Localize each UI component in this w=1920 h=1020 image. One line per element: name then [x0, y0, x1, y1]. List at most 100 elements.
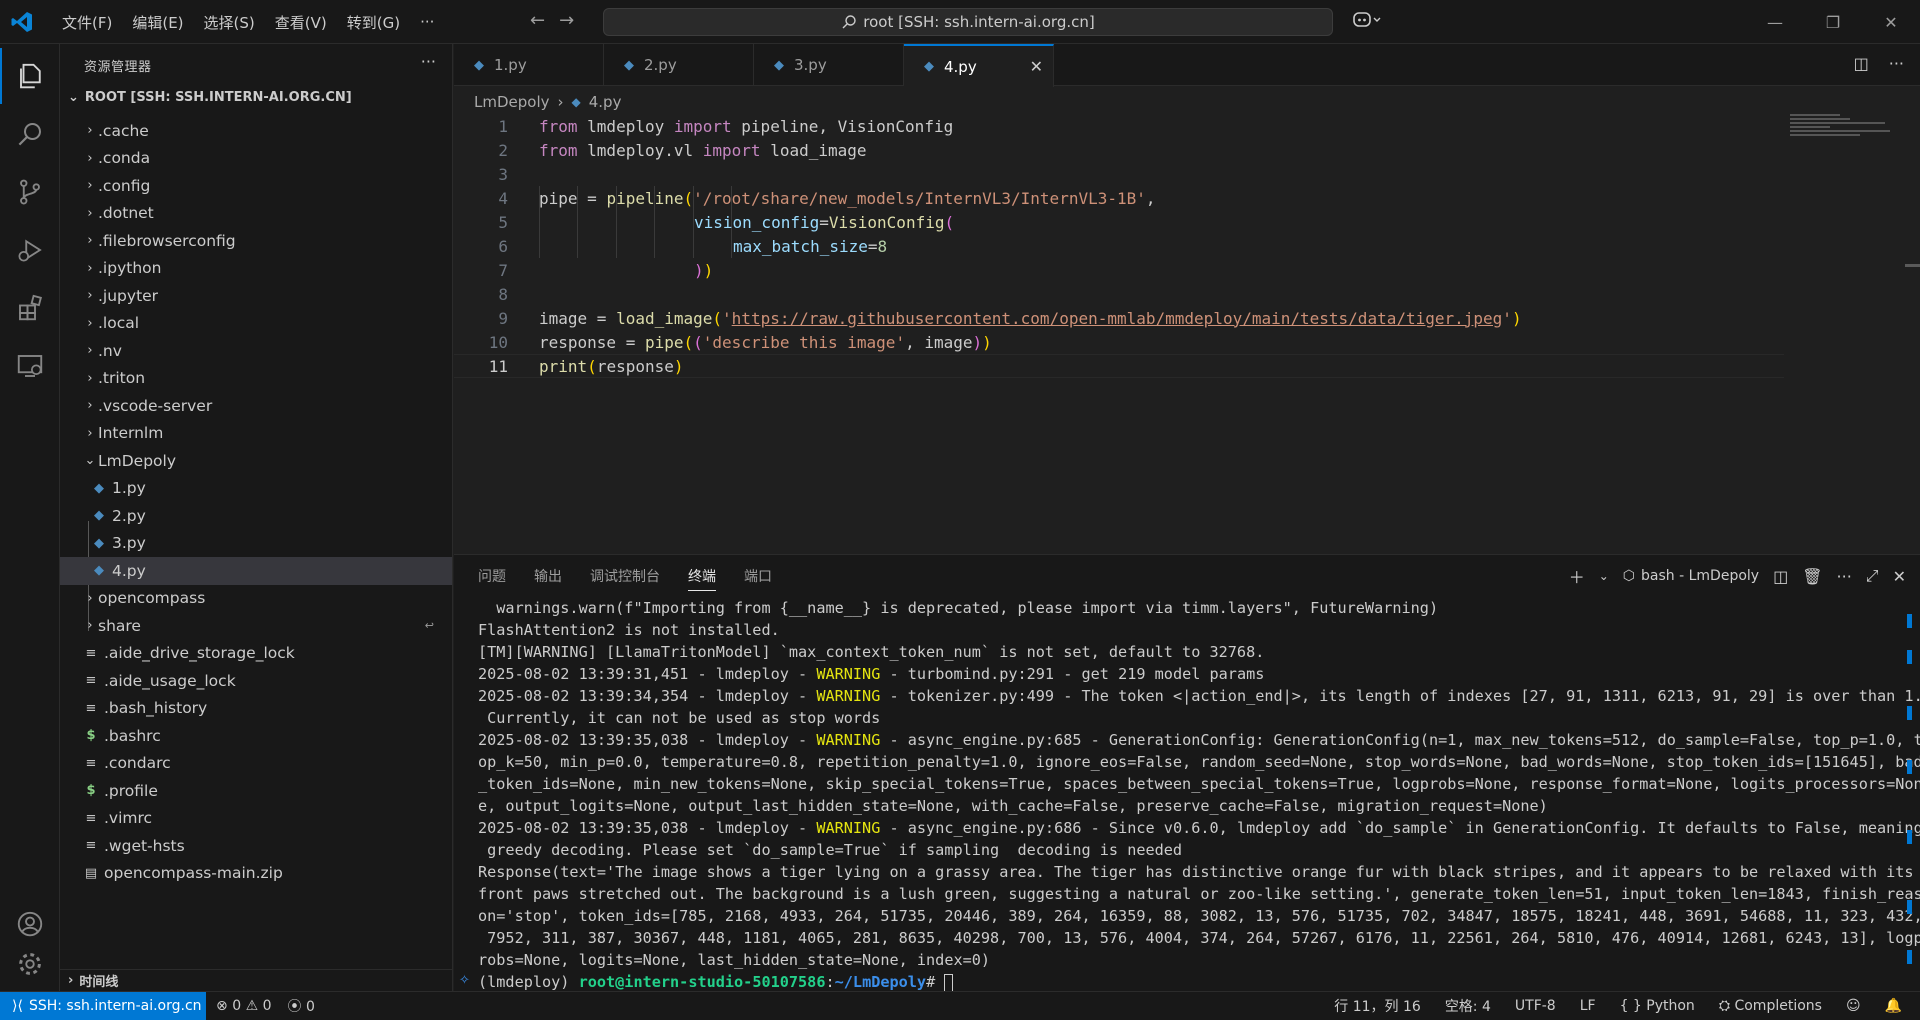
- more-actions-icon[interactable]: ···: [421, 52, 436, 71]
- menu-selection[interactable]: 选择(S): [194, 12, 265, 33]
- tree-item-label: .triton: [98, 369, 146, 388]
- maximize-panel-icon[interactable]: ⤢: [1866, 566, 1879, 586]
- tree-item-file[interactable]: ≡ .wget-hsts: [60, 832, 452, 860]
- text-file-icon: ≡: [85, 645, 97, 661]
- scrollbar-marker: [1907, 614, 1912, 628]
- tree-item-folder[interactable]: › share ↩: [60, 612, 452, 640]
- tree-item-file[interactable]: ▤ opencompass-main.zip: [60, 860, 452, 888]
- tree-item-folder[interactable]: › .cache: [60, 117, 452, 145]
- python-file-icon: ◆: [94, 563, 104, 579]
- tree-item-label: .ipython: [98, 259, 162, 278]
- tree-item-folder[interactable]: › opencompass: [60, 585, 452, 613]
- tree-item-folder[interactable]: › .local: [60, 310, 452, 338]
- minimize-icon[interactable]: —: [1746, 0, 1804, 44]
- tree-item-folder[interactable]: › .filebrowserconfig: [60, 227, 452, 255]
- chevron-down-icon[interactable]: ⌄: [1599, 569, 1609, 583]
- breadcrumb-file[interactable]: 4.py: [589, 93, 622, 111]
- copilot-icon[interactable]: [1352, 10, 1382, 34]
- close-window-icon[interactable]: ✕: [1862, 0, 1920, 44]
- run-debug-icon[interactable]: [0, 222, 60, 278]
- trash-icon[interactable]: 🗑: [1802, 567, 1822, 586]
- source-control-icon[interactable]: [0, 164, 60, 220]
- ports-count: 0: [305, 999, 315, 1015]
- tree-item-folder[interactable]: › .dotnet: [60, 200, 452, 228]
- tree-item-folder-open[interactable]: ⌄ LmDepoly: [60, 447, 452, 475]
- tree-item-file[interactable]: ≡ .aide_drive_storage_lock: [60, 640, 452, 668]
- cursor-position[interactable]: 行 11，列 16: [1334, 996, 1421, 1016]
- tab-debug-console[interactable]: 调试控制台: [576, 555, 674, 597]
- copilot-status-icon[interactable]: ☺: [1846, 998, 1861, 1014]
- split-editor-icon[interactable]: ◫: [1854, 54, 1869, 73]
- tab-output[interactable]: 输出: [520, 555, 576, 597]
- tree-item-file[interactable]: ◆ 3.py: [60, 530, 452, 558]
- terminal-line: Currently, it can not be used as stop wo…: [478, 709, 881, 727]
- close-panel-icon[interactable]: ✕: [1893, 567, 1906, 586]
- tree-item-file[interactable]: $ .profile: [60, 777, 452, 805]
- extensions-icon[interactable]: [0, 280, 60, 336]
- indentation[interactable]: 空格: 4: [1445, 996, 1491, 1016]
- explorer-icon[interactable]: [0, 48, 60, 104]
- tree-item-folder[interactable]: › .conda: [60, 145, 452, 173]
- menu-file[interactable]: 文件(F): [52, 12, 122, 33]
- ports-indicator[interactable]: ⦿ 0: [288, 996, 315, 1016]
- tree-item-folder[interactable]: › .triton: [60, 365, 452, 393]
- tab-2-py[interactable]: ◆ 2.py: [604, 44, 754, 86]
- tree-item-folder[interactable]: › .config: [60, 172, 452, 200]
- terminal-output[interactable]: warnings.warn(f"Importing from {__name__…: [478, 597, 1920, 993]
- problems-indicator[interactable]: ⊗ 0 ⚠ 0: [216, 998, 272, 1014]
- code-editor[interactable]: 1 from lmdeploy import pipeline, VisionC…: [454, 114, 1920, 554]
- breadcrumb-folder[interactable]: LmDepoly: [474, 93, 550, 111]
- split-terminal-icon[interactable]: ◫: [1773, 567, 1788, 586]
- remote-explorer-icon[interactable]: [0, 338, 60, 394]
- menu-go[interactable]: 转到(G): [337, 12, 410, 33]
- more-actions-icon[interactable]: ···: [1889, 54, 1904, 73]
- timeline-section[interactable]: › 时间线: [60, 969, 452, 991]
- forward-arrow-icon[interactable]: →: [559, 10, 574, 31]
- notifications-bell-icon[interactable]: 🔔: [1885, 998, 1902, 1014]
- text-file-icon: ≡: [85, 700, 97, 716]
- tree-item-file[interactable]: ≡ .condarc: [60, 750, 452, 778]
- completions-indicator[interactable]: ⛭ Completions: [1719, 998, 1822, 1014]
- tab-1-py[interactable]: ◆ 1.py: [454, 44, 604, 86]
- tree-item-folder[interactable]: › .nv: [60, 337, 452, 365]
- menu-view[interactable]: 查看(V): [265, 12, 337, 33]
- encoding[interactable]: UTF-8: [1515, 998, 1556, 1014]
- settings-gear-icon[interactable]: [0, 936, 60, 992]
- tree-item-file[interactable]: ◆ 1.py: [60, 475, 452, 503]
- close-tab-icon[interactable]: ✕: [1030, 57, 1043, 76]
- new-terminal-icon[interactable]: ＋: [1569, 564, 1585, 588]
- language-mode[interactable]: { } Python: [1620, 998, 1695, 1014]
- minimap[interactable]: [1790, 114, 1900, 154]
- tree-item-file[interactable]: $ .bashrc: [60, 722, 452, 750]
- tab-problems[interactable]: 问题: [478, 555, 520, 597]
- code-text: )): [694, 260, 714, 280]
- tab-terminal[interactable]: 终端: [674, 555, 730, 597]
- tree-item-file[interactable]: ≡ .bash_history: [60, 695, 452, 723]
- workspace-root[interactable]: ⌄ ROOT [SSH: SSH.INTERN-AI.ORG.CN]: [68, 90, 352, 105]
- tree-item-file[interactable]: ◆ 2.py: [60, 502, 452, 530]
- tree-item-file-selected[interactable]: ◆ 4.py: [60, 557, 452, 585]
- tab-3-py[interactable]: ◆ 3.py: [754, 44, 904, 86]
- terminal-decoration-icon: ✧: [459, 973, 470, 988]
- tree-item-file[interactable]: ≡ .aide_usage_lock: [60, 667, 452, 695]
- menu-more[interactable]: ···: [410, 13, 444, 31]
- more-actions-icon[interactable]: ···: [1837, 567, 1852, 586]
- tab-4-py[interactable]: ◆ 4.py ✕: [904, 44, 1054, 87]
- tree-item-file[interactable]: ≡ .vimrc: [60, 805, 452, 833]
- tree-item-folder[interactable]: › Internlm: [60, 420, 452, 448]
- line-ending[interactable]: LF: [1580, 998, 1596, 1014]
- tab-ports[interactable]: 端口: [730, 555, 786, 597]
- menu-edit[interactable]: 编辑(E): [122, 12, 193, 33]
- code-line: 2 from lmdeploy.vl import load_image: [454, 138, 1784, 162]
- tree-item-folder[interactable]: › .ipython: [60, 255, 452, 283]
- remote-indicator[interactable]: ⟩⟨ SSH: ssh.intern-ai.org.cn: [0, 992, 206, 1020]
- search-view-icon[interactable]: [0, 106, 60, 162]
- terminal-selector[interactable]: ⬡ bash - LmDepoly: [1623, 568, 1759, 584]
- tree-item-folder[interactable]: › .vscode-server: [60, 392, 452, 420]
- command-center-search[interactable]: root [SSH: ssh.intern-ai.org.cn]: [603, 8, 1333, 36]
- chevron-right-icon: ›: [87, 315, 93, 331]
- tree-item-folder[interactable]: › .jupyter: [60, 282, 452, 310]
- tree-item-label: .nv: [98, 341, 122, 360]
- back-arrow-icon[interactable]: ←: [530, 10, 545, 31]
- restore-icon[interactable]: ❐: [1804, 0, 1862, 44]
